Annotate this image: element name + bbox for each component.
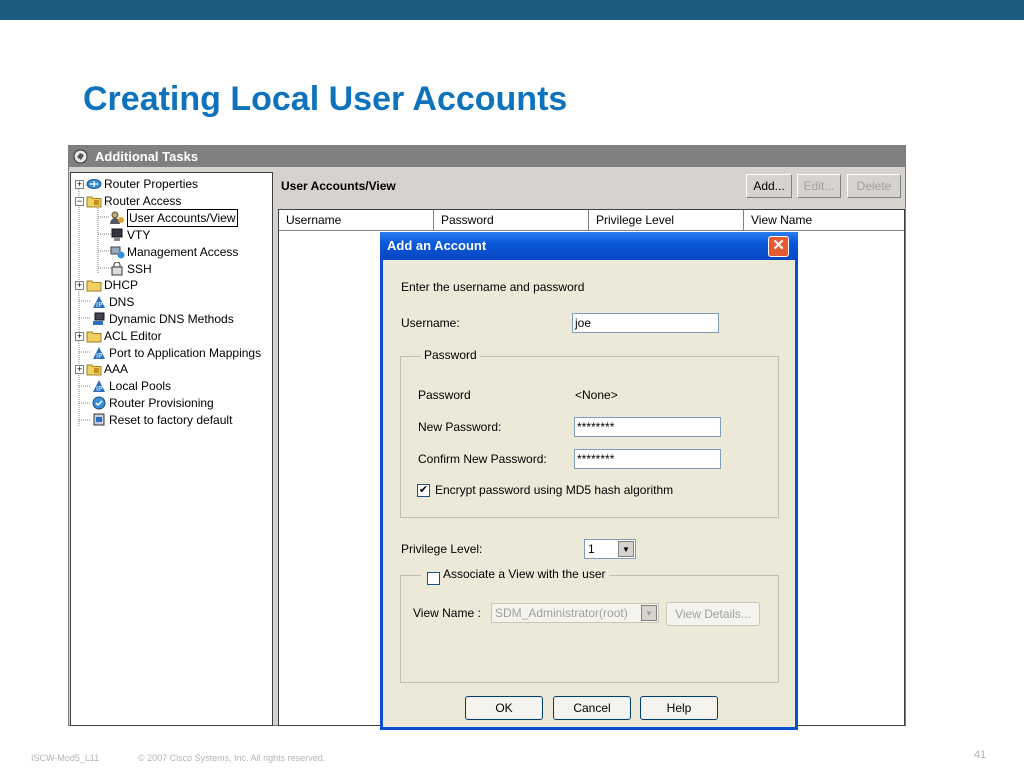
panel-header: User Accounts/View Add... Edit... Delete [278, 172, 905, 204]
view-name-value: SDM_Administrator(root) [495, 606, 628, 620]
reset-icon [93, 413, 105, 426]
ip-icon: IP [93, 296, 105, 309]
tree-item-local-pools[interactable]: IP Local Pools [91, 378, 171, 394]
tree-item-router-properties[interactable]: + Router Properties [75, 176, 198, 192]
footer-module-code: ISCW-Mod5_L11 [31, 753, 100, 763]
dynamic-dns-icon [93, 312, 105, 325]
terminal-icon [111, 228, 123, 241]
tree-item-dhcp[interactable]: + DHCP [75, 277, 138, 293]
new-password-field[interactable]: ******** [574, 417, 721, 437]
tree-item-management-access[interactable]: Management Access [109, 244, 238, 260]
ok-button[interactable]: OK [465, 696, 543, 720]
chevron-down-icon: ▼ [618, 541, 634, 557]
folder-icon [86, 331, 102, 343]
tree-item-user-accounts[interactable]: User Accounts/View [109, 209, 238, 227]
panel-title: User Accounts/View [281, 179, 396, 193]
associate-view-label: Associate a View with the user [421, 567, 609, 581]
cancel-button[interactable]: Cancel [553, 696, 631, 720]
tree-item-dns[interactable]: IP DNS [91, 294, 134, 310]
folder-icon [86, 280, 102, 292]
folder-lock-icon [86, 196, 102, 208]
footer-copyright: © 2007 Cisco Systems, Inc. All rights re… [138, 753, 326, 763]
encrypt-checkbox[interactable]: ✔ [417, 484, 430, 497]
ip-icon: IP [93, 347, 105, 360]
router-icon [86, 179, 102, 189]
svg-text:IP: IP [96, 385, 102, 393]
slide-title: Creating Local User Accounts [83, 80, 568, 118]
tree-item-vty[interactable]: VTY [109, 227, 150, 243]
tree-item-router-provisioning[interactable]: Router Provisioning [91, 395, 214, 411]
user-accounts-icon [110, 211, 124, 224]
slide-header-bar [0, 0, 1024, 20]
view-details-button[interactable]: View Details... [666, 602, 760, 626]
username-label: Username: [401, 316, 460, 330]
tasks-icon [73, 149, 88, 164]
view-name-label: View Name : [413, 606, 481, 620]
delete-button[interactable]: Delete [847, 174, 901, 198]
page-number: 41 [974, 749, 987, 761]
folder-lock-icon [86, 364, 102, 376]
encrypt-label: Encrypt password using MD5 hash algorith… [435, 483, 674, 497]
ip-icon: IP [93, 380, 105, 393]
current-password-label: Password [418, 388, 471, 402]
tree-item-acl-editor[interactable]: + ACL Editor [75, 328, 162, 344]
tree-item-router-access[interactable]: − Router Access [75, 193, 181, 209]
expand-icon[interactable]: + [75, 364, 84, 374]
svg-text:IP: IP [96, 301, 102, 309]
svg-text:IP: IP [96, 352, 102, 360]
management-access-icon [110, 246, 125, 259]
edit-button[interactable]: Edit... [797, 174, 841, 198]
tree-item-dynamic-dns[interactable]: Dynamic DNS Methods [91, 311, 234, 327]
expand-icon[interactable]: + [75, 280, 84, 290]
tree-item-ssh[interactable]: SSH [109, 261, 152, 277]
expand-icon[interactable]: + [75, 179, 84, 189]
associate-view-checkbox[interactable] [427, 572, 440, 585]
column-header-password[interactable]: Password [434, 210, 589, 231]
help-button[interactable]: Help [640, 696, 718, 720]
current-password-value: <None> [575, 388, 618, 402]
confirm-password-label: Confirm New Password: [418, 452, 547, 466]
dialog-title: Add an Account [387, 238, 487, 253]
confirm-password-field[interactable]: ******** [574, 449, 721, 469]
view-name-select[interactable]: SDM_Administrator(root) ▼ [491, 603, 659, 623]
ssh-lock-icon [111, 262, 123, 276]
password-group-label: Password [421, 348, 480, 362]
privilege-level-label: Privilege Level: [401, 542, 483, 556]
associate-view-group: Associate a View with the user [400, 567, 779, 683]
chevron-down-icon: ▼ [641, 605, 657, 621]
expand-icon[interactable]: + [75, 331, 84, 341]
tree-item-reset-factory[interactable]: Reset to factory default [91, 412, 232, 428]
tree-item-port-mappings[interactable]: IP Port to Application Mappings [91, 345, 261, 361]
add-button[interactable]: Add... [746, 174, 792, 198]
tasks-tree[interactable]: + Router Properties − Router Access User… [70, 172, 273, 726]
new-password-label: New Password: [418, 420, 502, 434]
column-header-username[interactable]: Username [279, 210, 434, 231]
column-header-privilege[interactable]: Privilege Level [589, 210, 744, 231]
collapse-icon[interactable]: − [75, 196, 84, 206]
add-account-dialog: Add an Account ✕ Enter the username and … [380, 232, 798, 730]
username-field[interactable]: joe [572, 313, 719, 333]
app-titlebar: Additional Tasks [69, 146, 905, 167]
column-header-view-name[interactable]: View Name [744, 210, 904, 231]
provisioning-icon [92, 396, 106, 410]
app-window-title: Additional Tasks [95, 149, 199, 164]
close-icon[interactable]: ✕ [768, 236, 789, 257]
privilege-level-select[interactable]: 1 ▼ [584, 539, 636, 559]
privilege-level-value: 1 [588, 542, 595, 556]
instruction-text: Enter the username and password [401, 280, 585, 294]
dialog-titlebar: Add an Account ✕ [380, 232, 798, 260]
tree-item-aaa[interactable]: + AAA [75, 361, 128, 377]
